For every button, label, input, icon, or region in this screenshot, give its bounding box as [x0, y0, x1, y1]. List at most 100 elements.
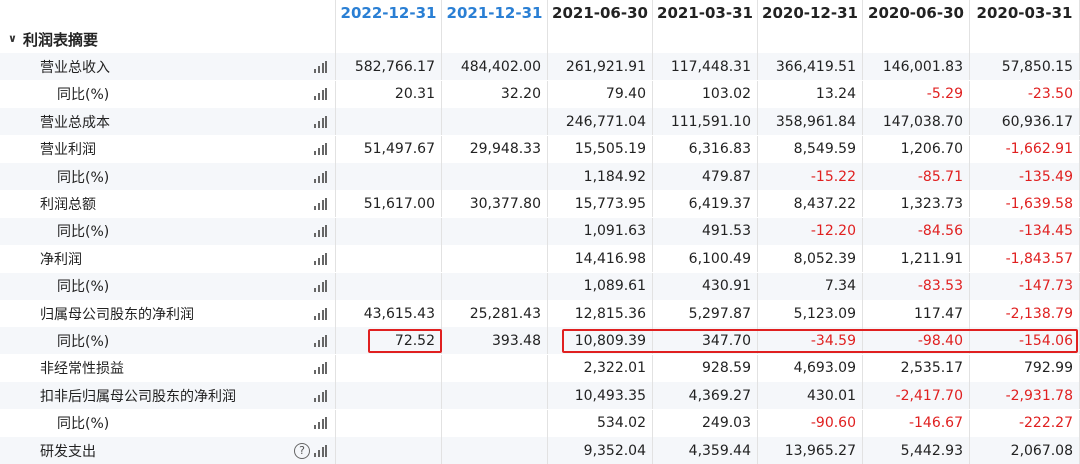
value-cell: 9,352.04: [548, 437, 653, 464]
value-cell: 5,297.87: [653, 300, 758, 327]
value-cell: 484,402.00: [442, 53, 548, 81]
column-header-2022-12-31[interactable]: 2022-12-31: [336, 0, 442, 26]
bar-chart-icon[interactable]: [313, 252, 327, 265]
value-cell: [442, 409, 548, 437]
bar-chart-icon[interactable]: [313, 362, 327, 375]
value-cell: 43,615.43: [336, 300, 442, 327]
row-icons: [313, 190, 327, 217]
table-row[interactable]: 营业总成本 246,771.04 111,591.10 358,961.84 147,0…: [0, 108, 1080, 136]
header-blank: [0, 0, 336, 26]
value-cell: 928.59: [653, 354, 758, 382]
bar-chart-icon[interactable]: [313, 417, 327, 430]
value-cell: [442, 245, 548, 273]
value-cell: 8,052.39: [758, 245, 863, 273]
column-header-2021-06-30[interactable]: 2021-06-30: [548, 0, 653, 26]
table-row[interactable]: 同比(%) 534.02 249.03 -90.60 -146.67 -222.27: [0, 409, 1080, 437]
row-label: 扣非后归属母公司股东的净利润: [40, 388, 236, 405]
table-row[interactable]: 归属母公司股东的净利润 43,615.43 25,281.43 12,815.36 5,…: [0, 300, 1080, 327]
bar-chart-icon[interactable]: [313, 60, 327, 73]
row-label-cell: 同比(%): [0, 80, 336, 108]
value-cell: 15,505.19: [548, 135, 653, 163]
value-cell: 246,771.04: [548, 108, 653, 136]
value-cell: -134.45: [970, 217, 1080, 245]
bar-chart-icon[interactable]: [313, 143, 327, 156]
value-cell: -90.60: [758, 409, 863, 437]
value-cell: 261,921.91: [548, 53, 653, 81]
table-row[interactable]: 研发支出? 9,352.04 4,359.44 13,965.27 5,442.93 2,…: [0, 437, 1080, 464]
table-row[interactable]: 利润总额 51,617.00 30,377.80 15,773.95 6,419.37 8…: [0, 190, 1080, 218]
row-icons: [313, 355, 327, 382]
row-label: 净利润: [40, 251, 82, 268]
section-empty-cell: [548, 26, 653, 53]
bar-chart-icon[interactable]: [313, 170, 327, 183]
chevron-down-icon[interactable]: ∨: [8, 32, 17, 45]
value-cell: 8,437.22: [758, 190, 863, 218]
column-header-2020-03-31[interactable]: 2020-03-31: [970, 0, 1080, 26]
row-icons: [313, 300, 327, 327]
bar-chart-icon[interactable]: [313, 307, 327, 320]
section-title-wrap: ∨ 利润表摘要: [8, 26, 98, 53]
value-cell: [336, 354, 442, 382]
row-label-cell: 同比(%): [0, 163, 336, 190]
bar-chart-icon[interactable]: [313, 197, 327, 210]
value-cell: 2,535.17: [863, 354, 970, 382]
row-icons: [313, 410, 327, 437]
value-cell: 1,089.61: [548, 272, 653, 300]
value-cell: 147,038.70: [863, 108, 970, 136]
table-row[interactable]: 同比(%) 1,091.63 491.53 -12.20 -84.56 -134.45: [0, 217, 1080, 245]
table-row[interactable]: 扣非后归属母公司股东的净利润 10,493.35 4,369.27 430.01 -2,…: [0, 382, 1080, 410]
bar-chart-icon[interactable]: [313, 334, 327, 347]
row-label-cell: 营业总成本: [0, 108, 336, 136]
value-cell: 249.03: [653, 409, 758, 437]
value-cell: 2,067.08: [970, 437, 1080, 464]
value-cell: 479.87: [653, 163, 758, 190]
section-empty-cell: [442, 26, 548, 53]
table-row[interactable]: 同比(%) 20.31 32.20 79.40 103.02 13.24 -5.29 -23.…: [0, 80, 1080, 108]
bar-chart-icon[interactable]: [313, 115, 327, 128]
row-label-cell: 营业利润: [0, 135, 336, 163]
row-label-cell: 归属母公司股东的净利润: [0, 300, 336, 327]
table-row[interactable]: 净利润 14,416.98 6,100.49 8,052.39 1,211.91 -1,8…: [0, 245, 1080, 273]
value-cell: -135.49: [970, 163, 1080, 190]
section-empty-cell: [653, 26, 758, 53]
value-cell: 57,850.15: [970, 53, 1080, 81]
row-label-cell: 非经常性损益: [0, 354, 336, 382]
bar-chart-icon[interactable]: [313, 444, 327, 457]
column-header-2020-12-31[interactable]: 2020-12-31: [758, 0, 863, 26]
column-header-2021-03-31[interactable]: 2021-03-31: [653, 0, 758, 26]
table-row[interactable]: 非经常性损益 2,322.01 928.59 4,693.09 2,535.17 792.…: [0, 354, 1080, 382]
table-row[interactable]: 营业利润 51,497.67 29,948.33 15,505.19 6,316.83 8…: [0, 135, 1080, 163]
value-cell: [336, 409, 442, 437]
row-icons: [313, 53, 327, 80]
table-row[interactable]: 同比(%) 1,184.92 479.87 -15.22 -85.71 -135.49: [0, 163, 1080, 190]
table-row[interactable]: 同比(%) 1,089.61 430.91 7.34 -83.53 -147.73: [0, 272, 1080, 300]
section-row[interactable]: ∨ 利润表摘要: [0, 26, 1080, 53]
help-circle-icon[interactable]: ?: [294, 442, 310, 459]
value-cell: 13.24: [758, 80, 863, 108]
column-header-2020-06-30[interactable]: 2020-06-30: [863, 0, 970, 26]
value-cell: -83.53: [863, 272, 970, 300]
row-icons: [313, 245, 327, 272]
column-header-2021-12-31[interactable]: 2021-12-31: [442, 0, 548, 26]
row-icons: [313, 327, 327, 354]
value-cell: [442, 354, 548, 382]
value-cell: 14,416.98: [548, 245, 653, 273]
section-label-cell[interactable]: ∨ 利润表摘要: [0, 26, 336, 53]
bar-chart-icon[interactable]: [313, 88, 327, 101]
bar-chart-icon[interactable]: [313, 280, 327, 293]
value-cell: 117,448.31: [653, 53, 758, 81]
row-icons: [313, 136, 327, 163]
table-row[interactable]: 营业总收入 582,766.17 484,402.00 261,921.91 117,4…: [0, 53, 1080, 81]
bar-chart-icon[interactable]: [313, 389, 327, 402]
value-cell: 79.40: [548, 80, 653, 108]
highlight-box-2022: [368, 329, 442, 353]
section-empty-cell: [336, 26, 442, 53]
bar-chart-icon[interactable]: [313, 225, 327, 238]
value-cell: 117.47: [863, 300, 970, 327]
row-label-cell: 扣非后归属母公司股东的净利润: [0, 382, 336, 410]
value-cell: 32.20: [442, 80, 548, 108]
value-cell: -23.50: [970, 80, 1080, 108]
value-cell: 1,206.70: [863, 135, 970, 163]
value-cell: 4,693.09: [758, 354, 863, 382]
row-label-cell: 同比(%): [0, 272, 336, 300]
